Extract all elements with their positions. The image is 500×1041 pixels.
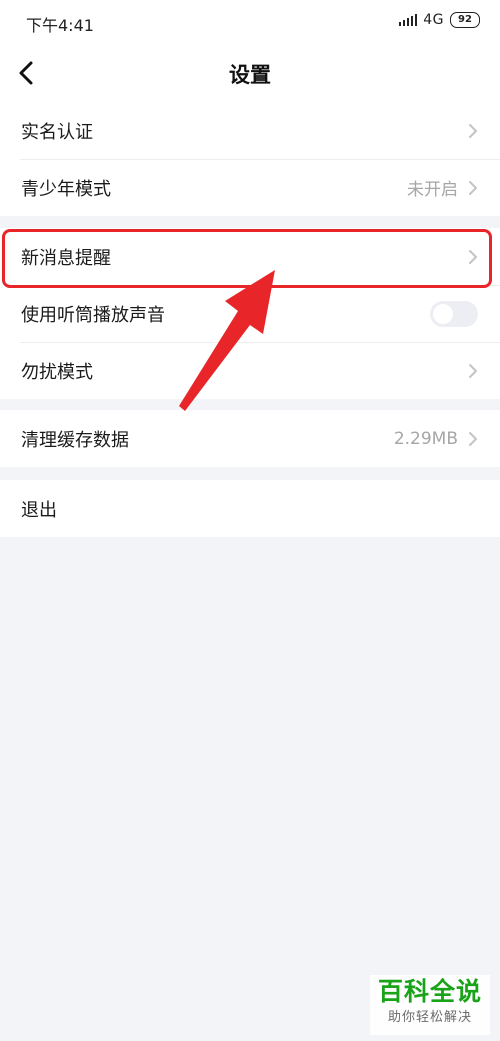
status-time: 下午4:41 [26, 16, 94, 35]
settings-item-clear-cache[interactable]: 清理缓存数据 2.29MB [0, 410, 500, 467]
nav-bar: 设置 [0, 44, 500, 102]
logout-button[interactable]: 退出 [0, 480, 500, 537]
earpiece-playback-toggle[interactable] [430, 300, 478, 327]
settings-item-label: 使用听筒播放声音 [21, 304, 165, 326]
toggle-knob [433, 303, 453, 324]
status-indicators: 4G 92 [398, 12, 480, 28]
battery-icon: 92 [450, 12, 480, 28]
status-bar: 下午4:41 4G 92 [0, 0, 500, 44]
settings-item-do-not-disturb[interactable]: 勿扰模式 [0, 342, 500, 399]
chevron-right-icon [469, 181, 477, 195]
cache-size: 2.29MB [393, 428, 458, 449]
signal-icon [398, 14, 418, 26]
chevron-right-icon [469, 364, 477, 378]
settings-item-youth-mode[interactable]: 青少年模式 未开启 [0, 159, 500, 216]
settings-group-storage: 清理缓存数据 2.29MB [0, 410, 500, 467]
watermark-title: 百科全说 [377, 977, 482, 1006]
chevron-right-icon [469, 432, 477, 446]
settings-item-label: 实名认证 [21, 121, 93, 143]
settings-group-account: 实名认证 青少年模式 未开启 [0, 102, 500, 216]
watermark-subtitle: 助你轻松解决 [387, 1010, 472, 1025]
watermark: 百科全说 助你轻松解决 [370, 975, 490, 1035]
settings-item-real-name-verification[interactable]: 实名认证 [0, 102, 500, 159]
chevron-right-icon [469, 250, 477, 264]
settings-item-label: 清理缓存数据 [21, 429, 129, 451]
network-label: 4G [423, 12, 444, 28]
chevron-right-icon [469, 124, 477, 138]
settings-item-label: 新消息提醒 [21, 247, 111, 269]
settings-item-new-message-alert[interactable]: 新消息提醒 [0, 228, 500, 285]
settings-item-earpiece-playback: 使用听筒播放声音 [0, 285, 500, 342]
youth-mode-status: 未开启 [407, 180, 458, 200]
logout-label: 退出 [21, 499, 57, 521]
page-title: 设置 [229, 63, 271, 87]
settings-item-label: 青少年模式 [21, 178, 111, 200]
settings-group-logout: 退出 [0, 480, 500, 537]
settings-group-notifications: 新消息提醒 使用听筒播放声音 勿扰模式 [0, 228, 500, 399]
settings-item-label: 勿扰模式 [21, 361, 93, 383]
